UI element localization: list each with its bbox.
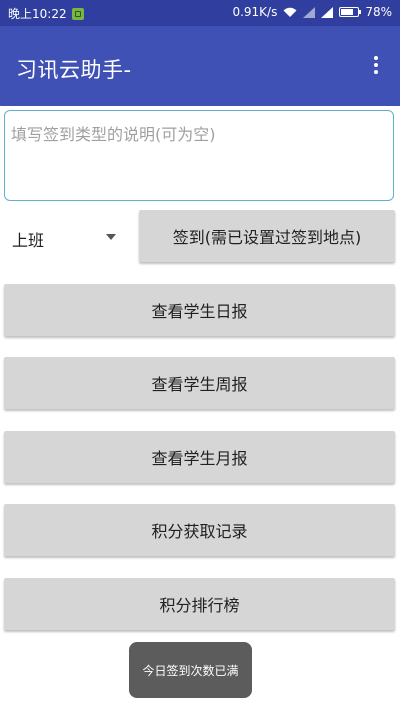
status-time: 晚上10:22 xyxy=(8,7,67,21)
dropdown-arrow-icon xyxy=(106,234,116,240)
points-history-button[interactable]: 积分获取记录 xyxy=(4,504,395,556)
check-type-spinner[interactable]: 上班 xyxy=(4,212,132,262)
app-bar: 习讯云助手- xyxy=(0,26,400,106)
signal-icon xyxy=(303,6,316,18)
battery-icon xyxy=(339,7,362,17)
monthly-report-button[interactable]: 查看学生月报 xyxy=(4,431,395,483)
status-bar-left: 晚上10:22 xyxy=(8,5,84,22)
app-notification-icon xyxy=(71,7,84,20)
check-in-button[interactable]: 签到(需已设置过签到地点) xyxy=(139,210,395,262)
status-bar-right: 0.91K/s 78% xyxy=(232,5,392,19)
toast-message: 今日签到次数已满 xyxy=(129,642,252,698)
signal-icon-secondary xyxy=(321,6,334,18)
description-input[interactable] xyxy=(4,110,394,201)
network-speed: 0.91K/s xyxy=(232,5,278,19)
wifi-icon xyxy=(283,7,297,18)
daily-report-button[interactable]: 查看学生日报 xyxy=(4,284,395,336)
app-title: 习讯云助手- xyxy=(16,58,132,82)
status-bar: 晚上10:22 0.91K/s 78% xyxy=(0,0,400,26)
battery-level xyxy=(341,9,354,15)
battery-percent: 78% xyxy=(365,5,392,19)
points-ranking-button[interactable]: 积分排行榜 xyxy=(4,578,395,630)
spinner-selected-value: 上班 xyxy=(12,231,45,250)
overflow-menu-icon[interactable] xyxy=(364,50,388,80)
weekly-report-button[interactable]: 查看学生周报 xyxy=(4,357,395,409)
